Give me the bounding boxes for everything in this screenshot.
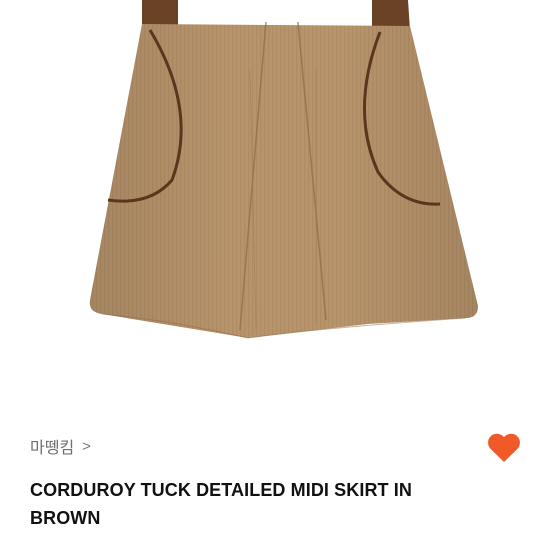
- product-detail-page: 마뗑킴 > CORDUROY TUCK DETAILED MIDI SKIRT …: [0, 0, 552, 552]
- product-title: CORDUROY TUCK DETAILED MIDI SKIRT IN BRO…: [30, 480, 412, 528]
- heart-icon[interactable]: [486, 430, 522, 464]
- brand-link[interactable]: 마뗑킴 >: [30, 434, 91, 458]
- product-info: 마뗑킴 > CORDUROY TUCK DETAILED MIDI SKIRT …: [0, 420, 552, 552]
- chevron-right-icon: >: [82, 437, 91, 455]
- brand-name[interactable]: 마뗑킴: [30, 434, 74, 458]
- product-image[interactable]: [0, 0, 552, 360]
